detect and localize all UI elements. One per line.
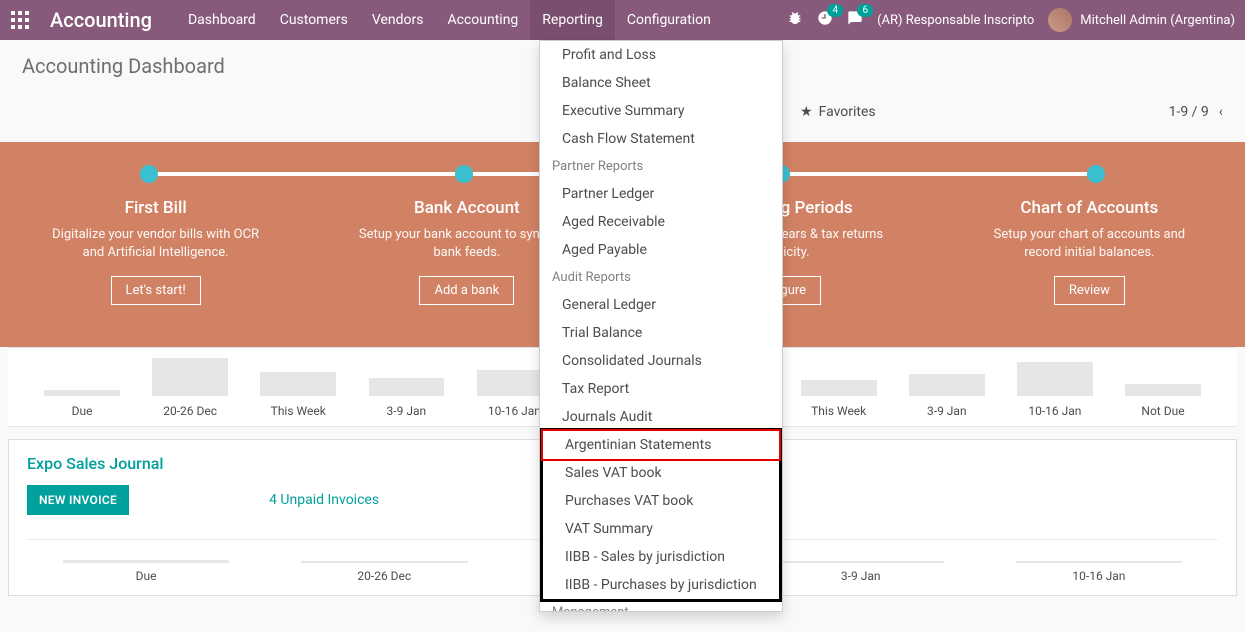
chart-label: 3-9 Jan [927,396,967,426]
highlighted-group: Argentinian StatementsSales VAT bookPurc… [540,428,782,602]
step-first-bill: First Bill Digitalize your vendor bills … [0,142,311,347]
dropdown-header: Audit Reports [540,264,782,291]
user-menu[interactable]: Mitchell Admin (Argentina) [1048,8,1235,32]
review-button[interactable]: Review [1054,276,1125,305]
chat-icon[interactable]: 6 [847,10,863,30]
chart-label: This Week [271,396,326,426]
chart-bar [1125,384,1201,396]
chart-column: Not Due [1109,384,1217,426]
new-invoice-button[interactable]: NEW INVOICE [27,485,129,515]
brand[interactable]: Accounting [40,8,176,32]
chart-bar [152,358,228,396]
chart-label: 20-26 Dec [163,396,217,426]
chart-bar [909,374,985,396]
dropdown-item[interactable]: Trial Balance [540,319,782,347]
chart-bar [1017,362,1093,396]
add-bank-button[interactable]: Add a bank [419,276,514,305]
chart-label: 3-9 Jan [841,563,881,589]
main-menu: Dashboard Customers Vendors Accounting R… [176,0,723,40]
dropdown-item[interactable]: Profit and Loss [540,41,782,69]
menu-vendors[interactable]: Vendors [360,0,436,40]
chart-column: 20-26 Dec [136,358,244,426]
chart-label: This Week [811,396,866,426]
chart-bar [369,378,445,396]
step-desc: Digitalize your vendor bills with OCR an… [46,226,266,262]
menu-configuration[interactable]: Configuration [615,0,723,40]
dropdown-item[interactable]: Aged Receivable [540,208,782,236]
menu-accounting[interactable]: Accounting [435,0,530,40]
chart-column: 3-9 Jan [893,374,1001,426]
dropdown-item[interactable]: General Ledger [540,291,782,319]
dropdown-item[interactable]: VAT Summary [543,515,779,543]
chart-label: 10-16 Jan [1072,563,1125,589]
step-chart-of-accounts: Chart of Accounts Setup your chart of ac… [934,142,1245,347]
navbar: Accounting Dashboard Customers Vendors A… [0,0,1245,40]
chart-label: Not Due [1141,396,1184,426]
dropdown-item[interactable]: Sales VAT book [543,459,779,487]
dropdown-item[interactable]: Tax Report [540,375,782,403]
chart-label: 10-16 Jan [488,396,541,426]
step-title: Bank Account [414,198,520,218]
bug-icon[interactable] [787,10,803,30]
chart-label: 3-9 Jan [387,396,427,426]
dropdown-item[interactable]: Aged Payable [540,236,782,264]
step-desc: Setup your chart of accounts and record … [979,226,1199,262]
dropdown-item[interactable]: Partner Ledger [540,180,782,208]
chart-column: 3-9 Jan [352,378,460,426]
chart-column: This Week [785,380,893,426]
reporting-dropdown[interactable]: Profit and LossBalance SheetExecutive Su… [539,40,783,612]
chart-column: Due [27,560,265,589]
chart-column: This Week [244,372,352,426]
step-title: First Bill [125,198,187,218]
apps-icon[interactable] [0,11,40,29]
dropdown-item[interactable]: IIBB - Sales by jurisdiction [543,543,779,571]
chart-bar [260,372,336,396]
menu-reporting[interactable]: Reporting [530,0,615,40]
menu-dashboard[interactable]: Dashboard [176,0,268,40]
chart-column: 10-16 Jan [980,561,1218,589]
dropdown-item[interactable]: Executive Summary [540,97,782,125]
user-name: Mitchell Admin (Argentina) [1080,13,1235,28]
dropdown-item[interactable]: Cash Flow Statement [540,125,782,153]
dropdown-header: Partner Reports [540,153,782,180]
chart-column: 10-16 Jan [1001,362,1109,426]
chart-label: 20-26 Dec [357,563,411,589]
dropdown-item[interactable]: Consolidated Journals [540,347,782,375]
menu-customers[interactable]: Customers [268,0,360,40]
chart-label: Due [72,396,93,426]
avatar [1048,8,1072,32]
dropdown-item[interactable]: Balance Sheet [540,69,782,97]
star-icon[interactable]: ★ [800,104,813,120]
chat-badge: 6 [857,4,873,17]
chart-bar [801,380,877,396]
dropdown-item[interactable]: Journals Audit [540,403,782,431]
unpaid-invoices-link[interactable]: 4 Unpaid Invoices [269,492,379,508]
chart-label: Due [136,563,157,589]
company-switcher[interactable]: (AR) Responsable Inscripto [877,13,1034,28]
dropdown-item[interactable]: Argentinian Statements [541,429,781,461]
first-bill-button[interactable]: Let's start! [111,276,201,305]
systray: 4 6 (AR) Responsable Inscripto Mitchell … [787,8,1245,32]
clock-icon[interactable]: 4 [817,10,833,30]
pager-text: 1-9 / 9 [1169,104,1209,120]
chart-label: 10-16 Jan [1028,396,1081,426]
dropdown-header: Management [540,599,782,612]
clock-badge: 4 [827,4,843,17]
step-title: Chart of Accounts [1020,198,1158,218]
chart-column: 20-26 Dec [265,561,503,589]
dropdown-item[interactable]: Purchases VAT book [543,487,779,515]
dropdown-item[interactable]: IIBB - Purchases by jurisdiction [543,571,779,599]
pager-prev-icon[interactable]: ‹ [1219,104,1223,120]
chart-column: Due [28,390,136,426]
favorites-label[interactable]: Favorites [819,104,876,120]
